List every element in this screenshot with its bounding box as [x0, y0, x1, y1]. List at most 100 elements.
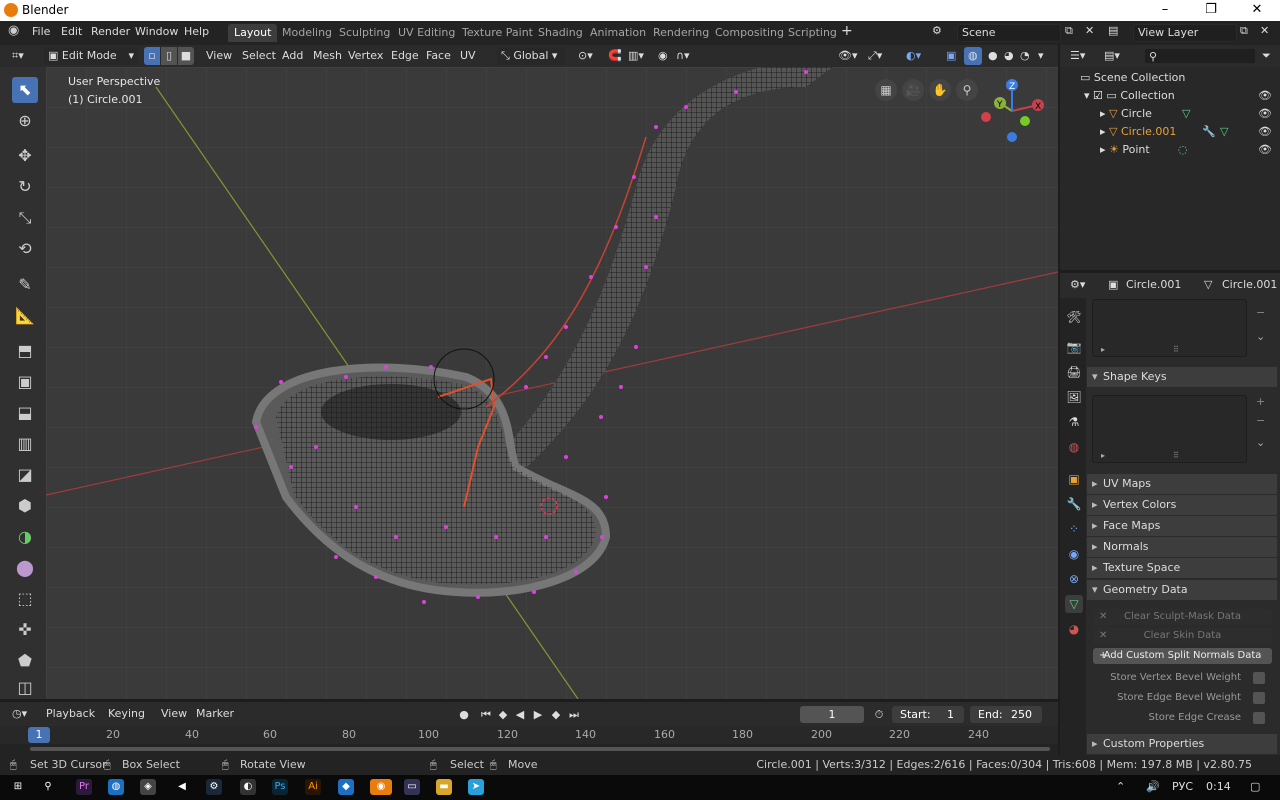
panel-normals[interactable]: Normals — [1087, 537, 1277, 557]
constraints-tab-icon[interactable]: ⊗ — [1065, 570, 1083, 588]
end-frame-field[interactable]: End: 250 — [970, 706, 1042, 723]
mode-dropdown[interactable]: ▣ Edit Mode ▾ — [44, 47, 138, 65]
scene-icon[interactable]: ⚙ — [932, 24, 942, 37]
clock[interactable]: 0:14 — [1206, 780, 1231, 793]
view-layer-icon[interactable]: ▤ — [1108, 24, 1118, 37]
start-frame-field[interactable]: Start: 1 — [892, 706, 964, 723]
menu-file[interactable]: File — [32, 25, 50, 38]
render-tab-icon[interactable]: 📷 — [1065, 338, 1083, 356]
outliner-search-input[interactable]: ⚲ — [1144, 48, 1256, 64]
spin-tool-icon[interactable]: ◑ — [12, 524, 38, 550]
app-icon[interactable]: ◈ — [140, 779, 156, 795]
knife-tool-icon[interactable]: ◪ — [12, 462, 38, 488]
media-icon[interactable]: ◀ — [174, 779, 190, 795]
explorer-icon[interactable]: ▬ — [436, 779, 452, 795]
store-edge-crease-checkbox[interactable]: Store Edge Crease — [1093, 709, 1273, 727]
list-expand-icon[interactable]: ▸ — [1101, 451, 1105, 460]
zoom-view-icon[interactable]: ⚲ — [956, 79, 978, 101]
particles-tab-icon[interactable]: ⁘ — [1065, 520, 1083, 538]
properties-editor-type-icon[interactable]: ⚙▾ — [1066, 276, 1089, 294]
language-indicator[interactable]: РУС — [1172, 780, 1193, 793]
annotate-tool-icon[interactable]: ✎ — [12, 272, 38, 298]
vertex-select-mode-button[interactable]: ▫ — [144, 47, 160, 65]
falloff-icon[interactable]: ∩▾ — [672, 47, 694, 65]
vertex-groups-list[interactable]: ▸ ⠿ — [1092, 299, 1247, 357]
tab-rendering[interactable]: Rendering — [647, 24, 715, 42]
scene-tab-icon[interactable]: ⚗ — [1065, 413, 1083, 431]
scene-collection-row[interactable]: ▭ Scene Collection — [1060, 69, 1280, 87]
add-shape-key-icon[interactable]: + — [1256, 395, 1265, 408]
transform-orientation-dropdown[interactable]: ⤡ Global ▾ — [497, 47, 565, 65]
viewport-menu-face[interactable]: Face — [422, 47, 455, 65]
delete-view-layer-icon[interactable]: ✕ — [1260, 24, 1269, 37]
photoshop-icon[interactable]: Ps — [272, 779, 288, 795]
list-expand-icon[interactable]: ▸ — [1101, 345, 1105, 354]
timeline-menu-playback[interactable]: Playback — [42, 705, 99, 723]
poly-build-tool-icon[interactable]: ⬢ — [12, 493, 38, 519]
solid-shading-button[interactable]: ● — [984, 47, 1002, 65]
menu-help[interactable]: Help — [184, 25, 209, 38]
menu-render[interactable]: Render — [91, 25, 130, 38]
cursor-tool-icon[interactable]: ⊕ — [12, 108, 38, 134]
premiere-icon[interactable]: Pr — [76, 779, 92, 795]
panel-vertex-colors[interactable]: Vertex Colors — [1087, 495, 1277, 515]
checkbox-icon[interactable]: ☑ — [1093, 89, 1103, 102]
panel-uv-maps[interactable]: UV Maps — [1087, 474, 1277, 494]
viewport-menu-vertex[interactable]: Vertex — [344, 47, 387, 65]
jump-start-icon[interactable]: ⏮ — [478, 707, 494, 723]
tab-layout[interactable]: Layout — [228, 24, 278, 42]
viewport-menu-edge[interactable]: Edge — [387, 47, 423, 65]
menu-window[interactable]: Window — [135, 25, 178, 38]
wireframe-shading-button[interactable]: ◍ — [964, 47, 982, 65]
output-tab-icon[interactable]: 🖨 — [1065, 363, 1083, 381]
rotate-tool-icon[interactable]: ↻ — [12, 174, 38, 200]
list-menu-icon[interactable]: ⌄ — [1256, 330, 1265, 343]
loop-cut-tool-icon[interactable]: ▥ — [12, 431, 38, 457]
discord-icon[interactable]: ◐ — [240, 779, 256, 795]
navigation-gizmo[interactable]: X Y Z — [976, 75, 1048, 147]
bevel-tool-icon[interactable]: ⬓ — [12, 400, 38, 426]
scene-field[interactable]: Scene — [957, 24, 1061, 42]
snap-target-icon[interactable]: ▥▾ — [624, 47, 648, 65]
close-button[interactable]: ✕ — [1234, 0, 1280, 21]
display-mode-icon[interactable]: ▤▾ — [1100, 47, 1124, 65]
panel-custom-properties[interactable]: Custom Properties — [1087, 734, 1277, 754]
remove-shape-key-icon[interactable]: − — [1256, 414, 1265, 427]
list-resize-grip-icon[interactable]: ⠿ — [1173, 345, 1179, 354]
maximize-button[interactable]: ❐ — [1188, 0, 1234, 21]
store-vertex-bevel-checkbox[interactable]: Store Vertex Bevel Weight — [1093, 669, 1273, 687]
smooth-tool-icon[interactable]: ⬤ — [12, 555, 38, 581]
toggle-perspective-icon[interactable]: ▦ — [875, 79, 897, 101]
xray-toggle-icon[interactable]: ▣ — [942, 47, 960, 65]
add-custom-split-normals-button[interactable]: + Add Custom Split Normals Data — [1093, 648, 1272, 664]
gizmo-toggle-icon[interactable]: ⤢▾ — [864, 47, 886, 65]
next-keyframe-icon[interactable]: ◆ — [548, 707, 564, 723]
jump-end-icon[interactable]: ⏭ — [566, 707, 582, 723]
move-tool-icon[interactable]: ✥ — [12, 143, 38, 169]
notifications-icon[interactable]: ▢ — [1250, 780, 1260, 793]
browser-icon[interactable]: ◍ — [108, 779, 124, 795]
shrink-fatten-tool-icon[interactable]: ✜ — [12, 617, 38, 643]
volume-icon[interactable]: 🔊 — [1146, 780, 1160, 793]
view-layer-tab-icon[interactable]: 🖼 — [1065, 388, 1083, 406]
transform-tool-icon[interactable]: ⟲ — [12, 236, 38, 262]
object-tab-icon[interactable]: ▣ — [1065, 470, 1083, 488]
list-resize-grip-icon[interactable]: ⠿ — [1173, 451, 1179, 460]
new-scene-icon[interactable]: ⧉ — [1065, 24, 1073, 38]
play-icon[interactable]: ▶ — [530, 707, 546, 723]
panel-geometry-data[interactable]: Geometry Data — [1087, 580, 1277, 600]
viewport-menu-view[interactable]: View — [202, 47, 236, 65]
scale-tool-icon[interactable]: ⤡ — [12, 205, 38, 231]
view-layer-field[interactable]: View Layer — [1133, 24, 1237, 42]
viewport-menu-add[interactable]: Add — [278, 47, 307, 65]
rip-tool-icon[interactable]: ◫ — [12, 675, 38, 701]
extrude-tool-icon[interactable]: ⬒ — [12, 338, 38, 364]
monitor-icon[interactable]: ▭ — [404, 779, 420, 795]
material-tab-icon[interactable]: ◕ — [1065, 620, 1083, 638]
proportional-editing-icon[interactable]: ◉ — [654, 47, 672, 65]
outliner-item-point[interactable]: ▸ ☀ Point ◌ 👁 — [1060, 141, 1280, 159]
filter-icon[interactable]: ⏷ — [1258, 47, 1275, 65]
overlay-toggle-icon[interactable]: ◐▾ — [902, 47, 925, 65]
physics-tab-icon[interactable]: ◉ — [1065, 545, 1083, 563]
menu-edit[interactable]: Edit — [61, 25, 82, 38]
